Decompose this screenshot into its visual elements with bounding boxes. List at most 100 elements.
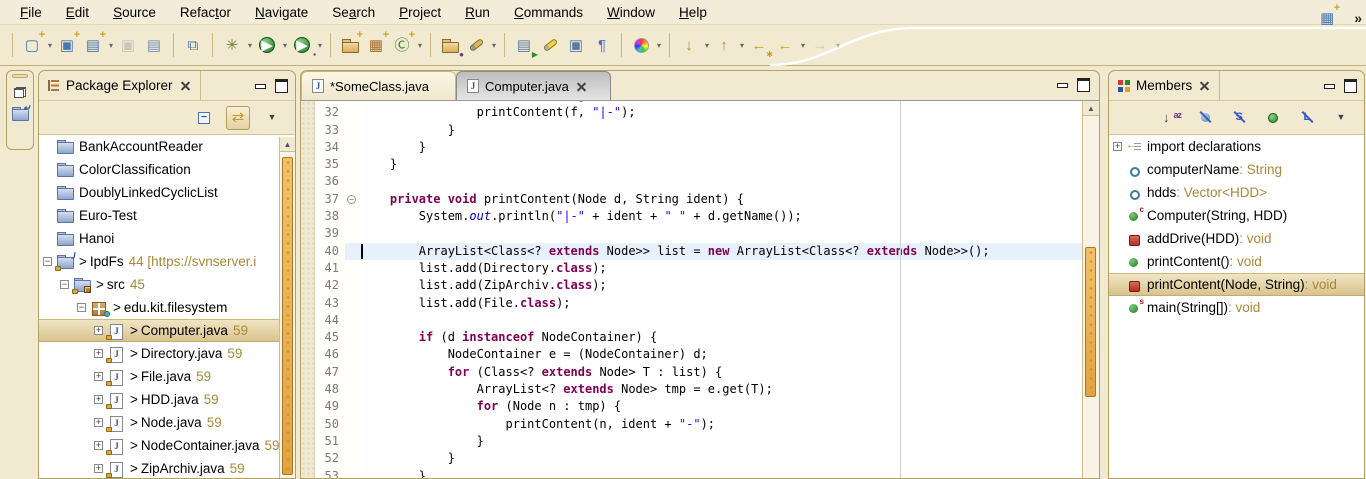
code-line-44[interactable]: 44 (315, 312, 1082, 329)
sort-icon[interactable] (1159, 106, 1183, 130)
search-icon[interactable]: ▾ (464, 33, 488, 57)
tree-item-colorclassification[interactable]: ColorClassification (39, 158, 295, 181)
hide-fields-icon[interactable] (1193, 106, 1217, 130)
expand-toggle-icon[interactable]: + (94, 349, 103, 358)
close-icon[interactable] (181, 81, 190, 90)
minimize-button[interactable] (254, 79, 266, 90)
menu-refactor[interactable]: Refactor (168, 3, 243, 22)
code-area[interactable]: 31 for (File f : hdd.get(File.class)) {3… (315, 101, 1082, 478)
print-icon[interactable]: ▤ (142, 33, 166, 57)
code-line-37[interactable]: 37− private void printContent(Node d, St… (315, 191, 1082, 208)
next-annotation-icon[interactable]: ↓▾ (677, 33, 701, 57)
new-wizard-icon[interactable]: ▢+▾ (20, 33, 44, 57)
minimize-button[interactable] (1323, 79, 1335, 90)
member-computer-string-hdd-[interactable]: cComputer(String, HDD) (1109, 204, 1364, 227)
member-main-string-[interactable]: smain(String[]) : void (1109, 296, 1364, 319)
external-tools-icon[interactable]: ▶▪▾ (290, 33, 314, 57)
maximize-button[interactable] (1077, 78, 1089, 89)
code-line-35[interactable]: 35 } (315, 156, 1082, 173)
expand-toggle-icon[interactable]: + (94, 441, 103, 450)
hide-local-types-icon[interactable] (1295, 106, 1319, 130)
editor-scrollbar[interactable]: ▲ (1082, 101, 1099, 478)
collapse-toggle-icon[interactable]: − (43, 257, 52, 266)
scrollbar-thumb[interactable] (282, 157, 293, 475)
code-line-48[interactable]: 48 ArrayList<? extends Node> tmp = e.get… (315, 381, 1082, 398)
code-line-46[interactable]: 46 NodeContainer e = (NodeContainer) d; (315, 346, 1082, 363)
tree-item-file-java[interactable]: +>File.java59 (39, 365, 295, 388)
tree-item-bankaccountreader[interactable]: BankAccountReader (39, 135, 295, 158)
expand-toggle-icon[interactable]: + (1113, 142, 1122, 151)
tree-item-hdd-java[interactable]: +>HDD.java59 (39, 388, 295, 411)
toolbar-overflow-chevron[interactable]: » (1354, 10, 1360, 26)
tree-item-directory-java[interactable]: +>Directory.java59 (39, 342, 295, 365)
member-adddrive-hdd-[interactable]: addDrive(HDD) : void (1109, 227, 1364, 250)
package-explorer-tab[interactable]: Package Explorer (39, 71, 201, 100)
expand-toggle-icon[interactable]: + (94, 395, 103, 404)
tree-item-hanoi[interactable]: Hanoi (39, 227, 295, 250)
menu-source[interactable]: Source (101, 3, 168, 22)
scroll-up-arrow[interactable]: ▲ (1083, 101, 1099, 116)
tree-item-euro-test[interactable]: Euro-Test (39, 204, 295, 227)
code-line-38[interactable]: 38 System.out.println("|-" + ident + " "… (315, 208, 1082, 225)
new-editor-icon[interactable]: ▤+▾ (81, 33, 105, 57)
new-class-icon[interactable]: Ⓒ+▾ (390, 33, 414, 57)
new-java-project-icon[interactable]: + (338, 33, 362, 57)
menu-edit[interactable]: Edit (54, 3, 101, 22)
code-editor[interactable]: 31 for (File f : hdd.get(File.class)) {3… (301, 101, 1099, 478)
expand-toggle-icon[interactable]: + (94, 372, 103, 381)
member-printcontent-[interactable]: printContent() : void (1109, 250, 1364, 273)
code-line-36[interactable]: 36 (315, 173, 1082, 190)
member-computername[interactable]: computerName : String (1109, 158, 1364, 181)
tree-item-src[interactable]: −>src45 (39, 273, 295, 296)
collapse-toggle-icon[interactable]: − (60, 280, 69, 289)
back-icon[interactable]: ←▾ (773, 33, 797, 57)
view-menu-icon[interactable]: ▼ (1329, 106, 1353, 130)
code-line-41[interactable]: 41 list.add(Directory.class); (315, 260, 1082, 277)
link-with-editor-icon[interactable]: ⇄ (226, 106, 250, 130)
code-line-53[interactable]: 53 } (315, 468, 1082, 478)
scrollbar-thumb[interactable] (1085, 247, 1096, 397)
code-line-47[interactable]: 47 for (Class<? extends Node> T : list) … (315, 364, 1082, 381)
menu-window[interactable]: Window (595, 3, 667, 22)
copy-pages-icon[interactable]: ⧉ (181, 33, 205, 57)
code-line-43[interactable]: 43 list.add(File.class); (315, 295, 1082, 312)
fold-ruler[interactable]: − (345, 191, 361, 208)
debug-icon[interactable]: ✳▾ (220, 33, 244, 57)
maximize-button[interactable] (1344, 79, 1356, 90)
expand-toggle-icon[interactable]: + (94, 464, 103, 473)
tree-item-ipdfs[interactable]: −J>IpdFs44 [https://svnserver.i (39, 250, 295, 273)
prev-annotation-icon[interactable]: ↑▾ (712, 33, 736, 57)
member-printcontent-node-string-[interactable]: printContent(Node, String) : void (1109, 273, 1364, 296)
tree-item-doublylinkedcycliclist[interactable]: DoublyLinkedCyclicList (39, 181, 295, 204)
open-folder-fastview-icon[interactable]: ↵ (11, 106, 29, 122)
perspective-icon[interactable]: ▦+ (1315, 6, 1339, 30)
last-edit-location-icon[interactable]: ←✱ (747, 33, 771, 57)
mark-occurrences-icon[interactable] (538, 33, 562, 57)
tree-item-ziparchiv-java[interactable]: +>ZipArchiv.java59 (39, 457, 295, 478)
show-whitespace-icon[interactable]: ¶ (590, 33, 614, 57)
code-line-52[interactable]: 52 } (315, 450, 1082, 467)
close-icon[interactable] (1200, 81, 1209, 90)
menu-navigate[interactable]: Navigate (243, 3, 320, 22)
new-window-icon[interactable]: ▣+ (55, 33, 79, 57)
menu-commands[interactable]: Commands (502, 3, 595, 22)
editor-tab-computerjava[interactable]: JComputer.java (456, 71, 611, 100)
code-line-34[interactable]: 34 } (315, 139, 1082, 156)
close-icon[interactable] (577, 82, 586, 91)
code-line-39[interactable]: 39 (315, 225, 1082, 242)
new-package-icon[interactable]: ▦+ (364, 33, 388, 57)
tree-item-edu-kit-filesystem[interactable]: −>edu.kit.filesystem (39, 296, 295, 319)
expand-toggle-icon[interactable]: + (94, 418, 103, 427)
collapse-all-icon[interactable] (192, 106, 216, 130)
member-import-declarations[interactable]: +import declarations (1109, 135, 1364, 158)
hide-nonpublic-icon[interactable] (1261, 106, 1285, 130)
show-selected-element-icon[interactable]: ▣ (564, 33, 588, 57)
menu-help[interactable]: Help (667, 3, 719, 22)
code-line-32[interactable]: 32 printContent(f, "|-"); (315, 104, 1082, 121)
code-line-33[interactable]: 33 } (315, 122, 1082, 139)
color-wheel-icon[interactable]: ▾ (629, 33, 653, 57)
menu-project[interactable]: Project (387, 3, 453, 22)
code-line-45[interactable]: 45 if (d instanceof NodeContainer) { (315, 329, 1082, 346)
menu-file[interactable]: File (8, 3, 54, 22)
member-hdds[interactable]: hdds : Vector<HDD> (1109, 181, 1364, 204)
